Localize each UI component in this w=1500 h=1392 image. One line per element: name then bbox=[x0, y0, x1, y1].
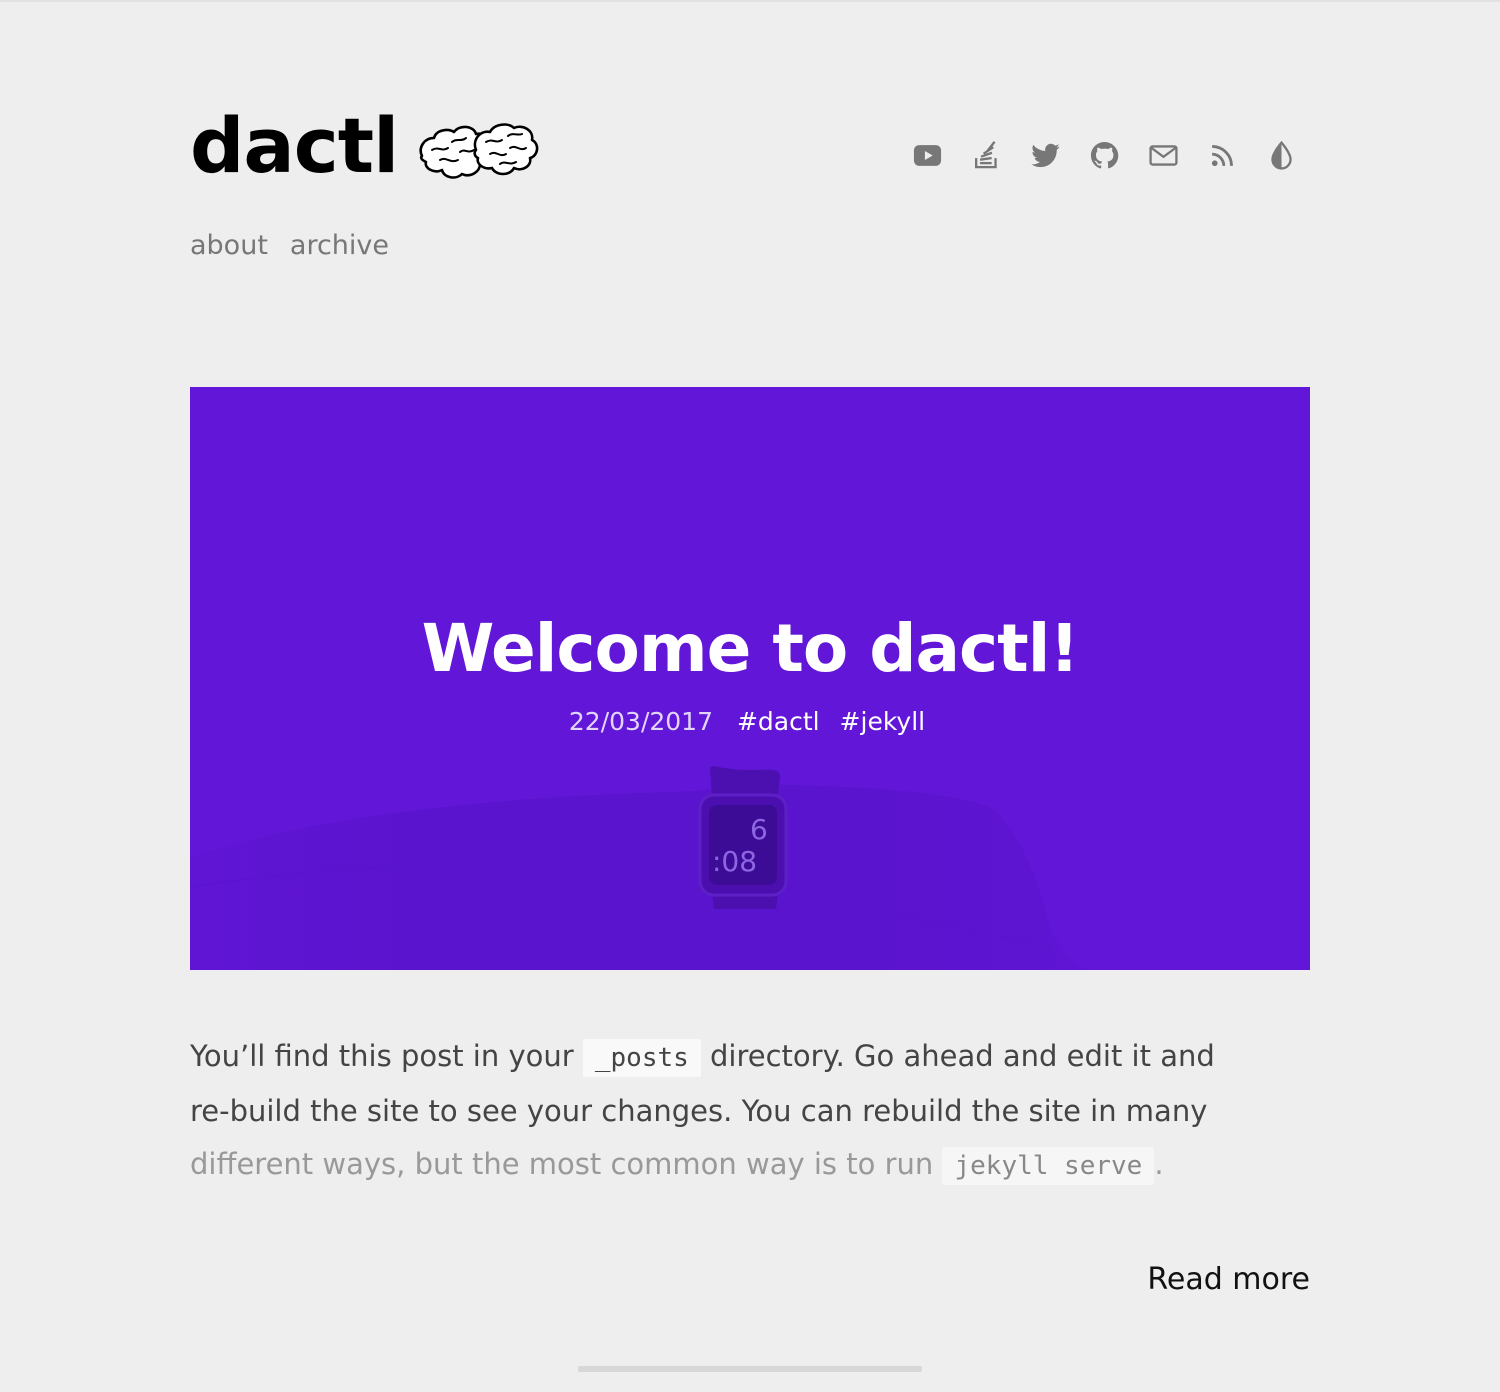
post-meta: 22/03/2017 #dactl #jekyll bbox=[190, 707, 1310, 736]
tag-link[interactable]: #jekyll bbox=[840, 707, 926, 736]
brain-icon bbox=[419, 123, 539, 179]
post-divider bbox=[578, 1366, 922, 1372]
read-more-link[interactable]: Read more bbox=[1050, 1262, 1310, 1297]
rss-icon bbox=[1211, 145, 1233, 167]
inline-code: jekyll serve bbox=[942, 1147, 1155, 1185]
twitter-icon bbox=[1031, 143, 1060, 168]
theme-toggle-button[interactable] bbox=[1266, 140, 1297, 171]
nav-archive-link[interactable]: archive bbox=[290, 230, 389, 261]
excerpt-text: You’ll find this post in your bbox=[190, 1039, 583, 1073]
excerpt-text: . bbox=[1154, 1147, 1164, 1181]
theme-toggle-icon bbox=[1271, 140, 1292, 170]
stack-overflow-icon bbox=[975, 141, 997, 169]
excerpt-text: different ways, but the most common way … bbox=[190, 1147, 943, 1181]
top-rule bbox=[0, 0, 1500, 2]
excerpt-line: different ways, but the most common way … bbox=[190, 1138, 1310, 1193]
tag-link[interactable]: #dactl bbox=[737, 707, 820, 736]
watch-hour: 6 bbox=[750, 813, 768, 846]
excerpt-line: re-build the site to see your changes. Y… bbox=[190, 1094, 1208, 1128]
github-link[interactable] bbox=[1089, 140, 1120, 171]
post-hero[interactable]: 6 :08 Welcome to dactl! 22/03/2017 #dact… bbox=[190, 387, 1310, 970]
watch-minute: :08 bbox=[712, 845, 757, 878]
youtube-icon bbox=[913, 145, 942, 166]
inline-code: _posts bbox=[582, 1039, 701, 1077]
excerpt-text: directory. Go ahead and edit it and bbox=[700, 1039, 1215, 1073]
github-icon bbox=[1090, 141, 1119, 169]
mail-icon bbox=[1149, 145, 1178, 166]
post-title[interactable]: Welcome to dactl! bbox=[190, 609, 1310, 688]
post-excerpt: You’ll find this post in your _posts dir… bbox=[190, 1030, 1310, 1193]
rss-link[interactable] bbox=[1207, 140, 1238, 171]
stack-overflow-link[interactable] bbox=[971, 140, 1002, 171]
twitter-link[interactable] bbox=[1030, 140, 1061, 171]
excerpt-line: You’ll find this post in your _posts dir… bbox=[190, 1030, 1310, 1085]
site-title[interactable]: dactl bbox=[190, 108, 399, 184]
email-link[interactable] bbox=[1148, 140, 1179, 171]
nav-about-link[interactable]: about bbox=[190, 230, 268, 261]
main-nav: about archive bbox=[190, 230, 389, 261]
youtube-link[interactable] bbox=[912, 140, 943, 171]
social-links bbox=[912, 140, 1297, 171]
post-date: 22/03/2017 bbox=[568, 707, 713, 736]
